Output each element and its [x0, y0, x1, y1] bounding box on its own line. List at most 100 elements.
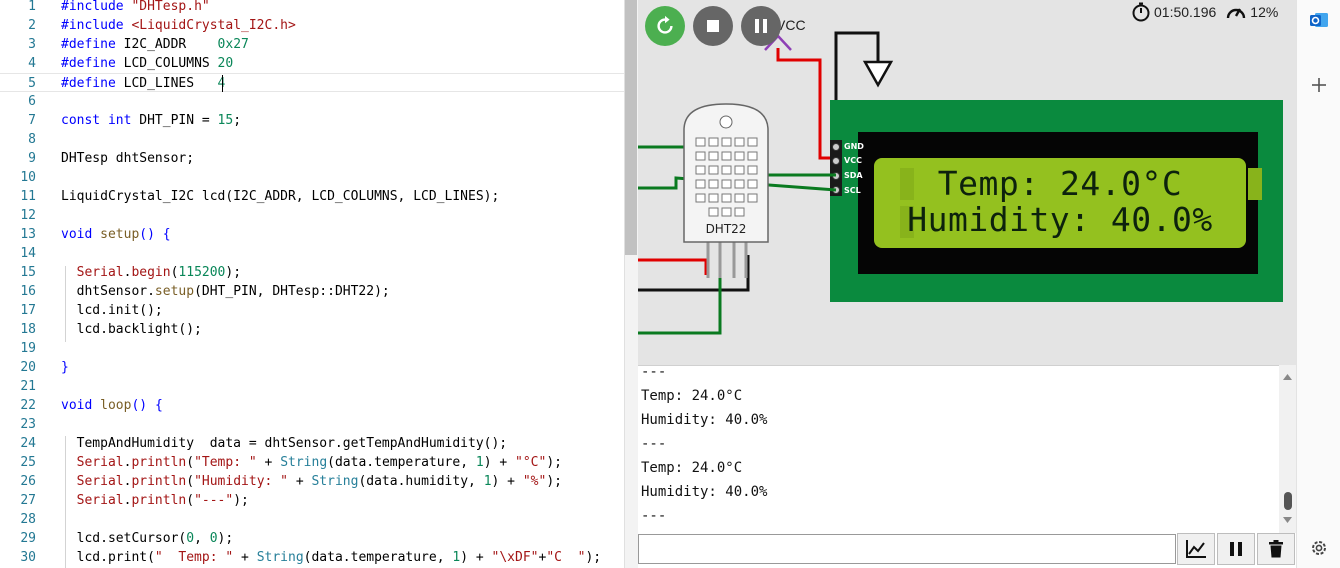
line-number: 12: [20, 208, 36, 223]
code-line[interactable]: 28: [0, 510, 624, 529]
code-line[interactable]: 9 DHTesp dhtSensor;: [0, 149, 624, 168]
code-text: #include <LiquidCrystal_I2C.h>: [61, 18, 296, 33]
dht22-label: DHT22: [705, 222, 747, 236]
line-number: 7: [28, 113, 36, 128]
line-number: 25: [20, 455, 36, 470]
line-number: 11: [20, 189, 36, 204]
code-line[interactable]: 20}: [0, 358, 624, 377]
serial-pause-button[interactable]: [1217, 533, 1255, 565]
code-line[interactable]: 27 Serial.println("---");: [0, 491, 624, 510]
line-number: 6: [28, 94, 36, 109]
editor-scrollbar-thumb[interactable]: [625, 0, 637, 255]
sim-speed: 12%: [1250, 4, 1279, 20]
settings-button[interactable]: [1309, 538, 1329, 558]
serial-input[interactable]: [638, 534, 1176, 564]
code-line[interactable]: 6: [0, 92, 624, 111]
code-text: }: [61, 360, 69, 375]
serial-line: Temp: 24.0°C: [641, 460, 743, 476]
outlook-icon: [1310, 13, 1328, 27]
code-line[interactable]: 23: [0, 415, 624, 434]
code-text: void setup() {: [61, 227, 171, 242]
code-text: Serial.println("Humidity: " + String(dat…: [76, 474, 562, 489]
code-line[interactable]: 7 const int DHT_PIN = 15;: [0, 111, 624, 130]
restart-button[interactable]: [645, 6, 685, 46]
trash-icon: [1269, 540, 1283, 558]
code-text: LiquidCrystal_I2C lcd(I2C_ADDR, LCD_COLU…: [61, 189, 500, 204]
line-number: 20: [20, 360, 36, 375]
code-line[interactable]: 26 Serial.println("Humidity: " + String(…: [0, 472, 624, 491]
code-line[interactable]: 8: [0, 130, 624, 149]
text-caret: [222, 75, 223, 92]
clear-serial-button[interactable]: [1257, 533, 1295, 565]
line-number: 13: [20, 227, 36, 242]
code-line[interactable]: 22 void loop() {: [0, 396, 624, 415]
code-line[interactable]: 29 lcd.setCursor(0, 0);: [0, 529, 624, 548]
code-line[interactable]: 15 Serial.begin(115200);: [0, 263, 624, 282]
line-number: 23: [20, 417, 36, 432]
code-line[interactable]: 24 TempAndHumidity data = dhtSensor.getT…: [0, 434, 624, 453]
line-number: 26: [20, 474, 36, 489]
line-number: 30: [20, 550, 36, 565]
code-text: #define I2C_ADDR 0x27: [61, 37, 249, 52]
code-line[interactable]: 19: [0, 339, 624, 358]
stopwatch-icon: [1132, 2, 1150, 22]
right-sidebar: [1296, 0, 1340, 568]
code-line[interactable]: 16 dhtSensor.setup(DHT_PIN, DHTesp::DHT2…: [0, 282, 624, 301]
vcc-wire: [776, 48, 836, 160]
code-line[interactable]: 21: [0, 377, 624, 396]
dht22-sensor: [683, 103, 769, 278]
stop-icon: [707, 20, 719, 32]
code-line[interactable]: 12: [0, 206, 624, 225]
serial-scrollbar-thumb[interactable]: [1284, 492, 1292, 510]
code-text: const int DHT_PIN = 15;: [61, 113, 242, 128]
pin-label-scl: SCL: [844, 186, 861, 195]
code-line[interactable]: 30 lcd.print(" Temp: " + String(data.tem…: [0, 548, 624, 567]
line-number: 21: [20, 379, 36, 394]
code-line[interactable]: 1 #include "DHTesp.h": [0, 0, 624, 16]
code-line[interactable]: 18 lcd.backlight();: [0, 320, 624, 339]
chart-icon: [1186, 540, 1206, 558]
line-number: 16: [20, 284, 36, 299]
code-line[interactable]: 5 #define LCD_LINES 4: [0, 73, 624, 92]
code-editor[interactable]: 1 #include "DHTesp.h" 2 #include <LiquidCry…: [0, 0, 624, 568]
line-number: 1: [28, 0, 36, 14]
serial-line: ---: [641, 436, 667, 452]
gear-icon: [1312, 541, 1326, 555]
serial-line: Humidity: 40.0%: [641, 484, 768, 500]
plus-icon: [1312, 78, 1326, 92]
code-text: TempAndHumidity data = dhtSensor.getTemp…: [61, 436, 508, 451]
line-number: 22: [20, 398, 36, 413]
line-number: 5: [28, 76, 36, 91]
line-number: 10: [20, 170, 36, 185]
pin-label-vcc: VCC: [844, 156, 862, 165]
line-number: 14: [20, 246, 36, 261]
pause-icon: [755, 19, 767, 33]
outlook-button[interactable]: [1309, 10, 1329, 30]
code-line[interactable]: 14: [0, 244, 624, 263]
simulation-canvas[interactable]: GND VCC SDA SCL VCC DHT22 Temp: 24.0°C H…: [638, 0, 1296, 365]
code-line[interactable]: 4 #define LCD_COLUMNS 20: [0, 54, 624, 73]
serial-line: Humidity: 40.0%: [641, 412, 768, 428]
code-line[interactable]: 3 #define I2C_ADDR 0x27: [0, 35, 624, 54]
plotter-button[interactable]: [1177, 533, 1215, 565]
line-number: 18: [20, 322, 36, 337]
pause-button[interactable]: [741, 6, 781, 46]
code-line[interactable]: 10: [0, 168, 624, 187]
lcd-display: Temp: 24.0°C Humidity: 40.0%: [874, 158, 1246, 248]
code-line[interactable]: 17 lcd.init();: [0, 301, 624, 320]
pin-label-gnd: GND: [844, 142, 864, 151]
lcd-row-2: Humidity: 40.0%: [907, 200, 1213, 239]
line-number: 4: [28, 56, 36, 71]
code-text: #include "DHTesp.h": [61, 0, 210, 14]
line-number: 15: [20, 265, 36, 280]
add-button[interactable]: [1310, 76, 1328, 94]
code-text: #define LCD_LINES 4: [61, 76, 225, 91]
serial-monitor[interactable]: --- Temp: 24.0°C Humidity: 40.0% --- Tem…: [638, 365, 1296, 533]
serial-line: ---: [641, 365, 667, 380]
serial-line: ---: [641, 508, 667, 524]
code-line[interactable]: 25 Serial.println("Temp: " + String(data…: [0, 453, 624, 472]
code-line[interactable]: 11 LiquidCrystal_I2C lcd(I2C_ADDR, LCD_CO…: [0, 187, 624, 206]
code-line[interactable]: 13 void setup() {: [0, 225, 624, 244]
code-line[interactable]: 2 #include <LiquidCrystal_I2C.h>: [0, 16, 624, 35]
stop-button[interactable]: [693, 6, 733, 46]
